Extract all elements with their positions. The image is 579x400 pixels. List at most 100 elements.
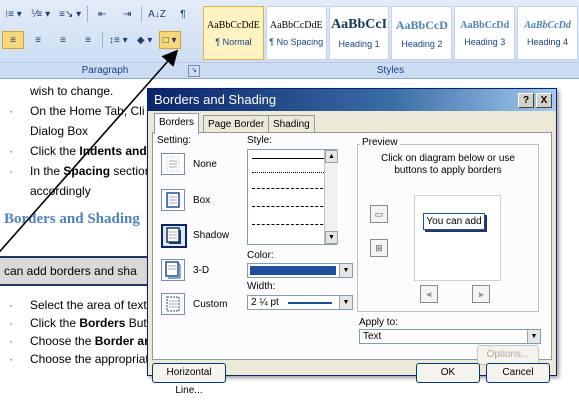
setting-custom-icon[interactable] [161, 293, 185, 315]
doc-text: In the Spacing section [30, 164, 151, 178]
chevron-down-icon[interactable]: ▼ [527, 330, 540, 343]
right-border-icon[interactable]: ⫸ [472, 285, 490, 303]
options-button[interactable]: Options... [477, 345, 539, 365]
doc-text: Select the area of text [30, 298, 147, 312]
horizontal-line-button[interactable]: Horizontal Line... [152, 363, 226, 396]
setting-custom-label[interactable]: Custom [193, 299, 227, 310]
left-border-icon[interactable]: ⫷ [420, 285, 438, 303]
bullet: · [9, 352, 13, 366]
scroll-down-icon[interactable]: ▼ [325, 231, 338, 244]
color-dropdown[interactable]: ▼ [247, 263, 353, 278]
chevron-down-icon[interactable]: ▼ [339, 264, 352, 277]
preview-diagram[interactable]: You can add [414, 195, 501, 281]
top-border-icon[interactable]: ▭ [370, 205, 388, 223]
doc-bold-run: Indents and [79, 144, 147, 158]
style-sample: AaBbCcDdE [207, 19, 260, 31]
doc-text: wish to change. [30, 84, 114, 98]
bullet: · [9, 316, 13, 330]
sort-button[interactable]: A↓Z [145, 5, 169, 23]
setting-none-icon[interactable] [161, 153, 185, 175]
dialog-titlebar[interactable]: Borders and Shading ? X [148, 89, 556, 111]
style-no-spacing[interactable]: AaBbCcDdE ¶ No Spacing [265, 6, 327, 60]
width-value: 2 ¼ pt [251, 297, 279, 308]
setting-box-label[interactable]: Box [193, 195, 210, 206]
bullets-button[interactable]: ⁝≡ ▾ [2, 5, 25, 23]
apply-to-dropdown[interactable]: Text ▼ [359, 329, 541, 344]
bullet: · [9, 104, 13, 118]
show-marks-button[interactable]: ¶ [172, 5, 194, 23]
setting-none-label[interactable]: None [193, 159, 217, 170]
style-name: ¶ Normal [215, 36, 252, 47]
scroll-up-icon[interactable]: ▲ [325, 150, 338, 163]
decrease-indent-button[interactable]: ⇤ [91, 5, 113, 23]
width-dropdown[interactable]: 2 ¼ pt ▼ [247, 295, 353, 310]
separator [141, 6, 143, 22]
doc-text-run: Choose the [30, 334, 95, 348]
help-button[interactable]: ? [518, 93, 534, 108]
preview-frame: Preview Click on diagram below or use bu… [357, 137, 539, 312]
line-style-list[interactable]: ▲ ▼ [247, 149, 338, 245]
paragraph-launcher-icon[interactable]: ↘ [188, 65, 200, 77]
style-normal[interactable]: AaBbCcDdE ¶ Normal [203, 6, 264, 60]
separator [87, 6, 89, 22]
tab-shading[interactable]: Shading [268, 115, 315, 133]
style-name: Heading 4 [527, 36, 569, 47]
style-sample: AaBbCcDd [460, 19, 510, 31]
borders-button[interactable]: □ ▾ [158, 31, 181, 49]
setting-3d-label[interactable]: 3-D [193, 265, 209, 276]
tab-page-border[interactable]: Page Border [203, 115, 270, 133]
justify-button[interactable]: ≡ [77, 31, 99, 49]
section-heading: Borders and Shading [4, 211, 140, 227]
line-style-solid[interactable] [252, 158, 328, 159]
setting-shadow-label[interactable]: Shadow [193, 230, 229, 241]
color-swatch [250, 266, 336, 275]
shading-button[interactable]: ◆ ▾ [134, 31, 156, 49]
align-left-button[interactable]: ≡ [2, 31, 24, 49]
borders-panel: Setting: None Box Shadow 3-D Custom Styl… [152, 132, 552, 365]
paragraph-row-1: ⁝≡ ▾ ⅟≡ ▾ ≡↘ ▾ ⇤ ⇥ A↓Z ¶ [2, 4, 194, 24]
bullet: · [9, 334, 13, 348]
line-spacing-button[interactable]: ↕≡ ▾ [106, 31, 131, 49]
style-list-scrollbar[interactable]: ▲ ▼ [324, 150, 338, 244]
apply-to-value: Text [363, 331, 382, 342]
doc-text-run: section [110, 164, 152, 178]
numbering-button[interactable]: ⅟≡ ▾ [28, 5, 53, 23]
bullet: · [9, 144, 13, 158]
line-style-dash-dot[interactable] [252, 224, 328, 225]
line-style-dashed-small[interactable] [252, 188, 328, 189]
doc-bold-run: Borders [79, 316, 126, 330]
cancel-button[interactable]: Cancel [486, 363, 550, 383]
align-center-button[interactable]: ≡ [27, 31, 49, 49]
style-heading-2[interactable]: AaBbCcD Heading 2 [391, 6, 453, 60]
doc-bold-run: Border ar [94, 334, 149, 348]
chevron-down-icon[interactable]: ▼ [339, 296, 352, 309]
style-sample: AaBbCcI [331, 17, 388, 32]
bullet: · [9, 298, 13, 312]
doc-text: Click the Borders Butt [30, 316, 150, 330]
close-button[interactable]: X [536, 93, 552, 108]
preview-sample-text: You can add [423, 213, 485, 230]
width-label: Width: [247, 281, 276, 292]
multilevel-list-button[interactable]: ≡↘ ▾ [56, 5, 84, 23]
color-label: Color: [247, 250, 274, 261]
doc-text-run: Click the [30, 316, 80, 330]
setting-box-icon[interactable] [161, 189, 185, 211]
ok-button[interactable]: OK [416, 363, 480, 383]
separator [102, 32, 103, 48]
setting-3d-icon[interactable] [161, 259, 185, 281]
increase-indent-button[interactable]: ⇥ [116, 5, 138, 23]
styles-gallery: AaBbCcDdE ¶ Normal AaBbCcDdE ¶ No Spacin… [202, 4, 579, 60]
align-right-button[interactable]: ≡ [52, 31, 74, 49]
setting-label: Setting: [157, 135, 191, 146]
style-heading-1[interactable]: AaBbCcI Heading 1 [328, 6, 390, 60]
bullet: · [9, 164, 13, 178]
style-heading-4[interactable]: AaBbCcDd Heading 4 [517, 6, 578, 60]
inside-border-icon[interactable]: ⊞ [370, 239, 388, 257]
line-style-dashed[interactable] [252, 206, 328, 207]
style-sample: AaBbCcD [395, 17, 448, 32]
style-heading-3[interactable]: AaBbCcDd Heading 3 [454, 6, 516, 60]
tab-borders[interactable]: Borders [154, 113, 200, 134]
line-style-dotted[interactable] [252, 172, 328, 173]
style-name: Heading 2 [401, 38, 443, 49]
setting-shadow-icon[interactable] [161, 224, 187, 248]
